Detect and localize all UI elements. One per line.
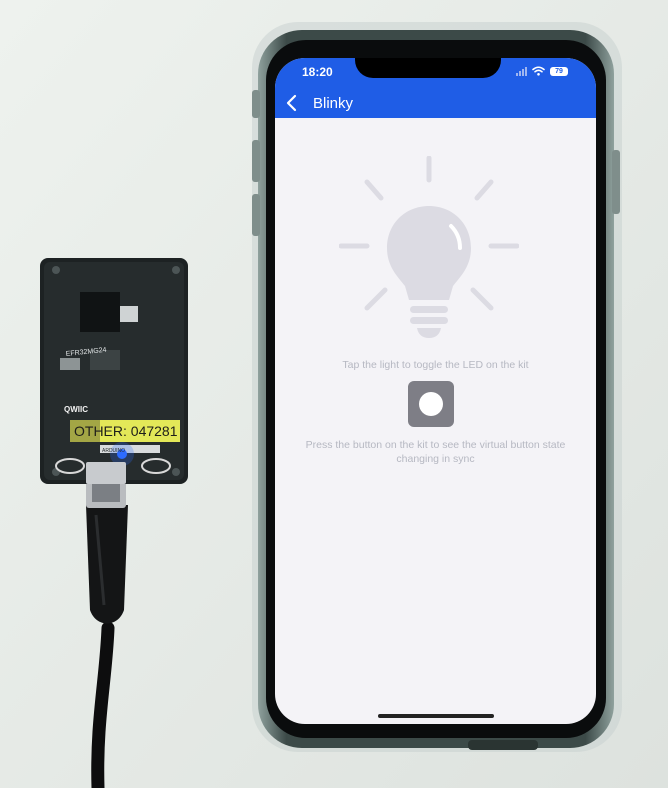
button-hint: Press the button on the kit to see the v… xyxy=(305,439,566,465)
back-button[interactable] xyxy=(281,92,303,114)
cellular-signal-icon xyxy=(516,66,527,76)
virtual-button-indicator xyxy=(408,381,454,427)
page-title: Blinky xyxy=(313,95,354,112)
board-sticker-label: OTHER: 047281 xyxy=(74,423,178,439)
status-time: 18:20 xyxy=(302,65,333,79)
wifi-icon xyxy=(532,66,545,76)
light-hint: Tap the light to toggle the LED on the k… xyxy=(342,359,529,371)
app-bar: Blinky xyxy=(275,88,596,118)
notch xyxy=(355,58,501,78)
led-toggle-button[interactable] xyxy=(339,156,519,348)
status-bar: 18:20 79 xyxy=(275,58,596,88)
board-connector-label: QWIIC xyxy=(64,405,88,414)
virtual-button-state xyxy=(419,392,443,416)
battery-icon: 79 xyxy=(550,66,568,76)
board-logo-label: ARDUINO xyxy=(102,448,125,454)
chevron-left-icon xyxy=(286,94,297,112)
phone-screen: 18:20 79 Blinky Tap the light to toggle … xyxy=(275,58,596,724)
home-indicator[interactable] xyxy=(378,714,494,718)
status-icons: 79 xyxy=(516,65,568,77)
